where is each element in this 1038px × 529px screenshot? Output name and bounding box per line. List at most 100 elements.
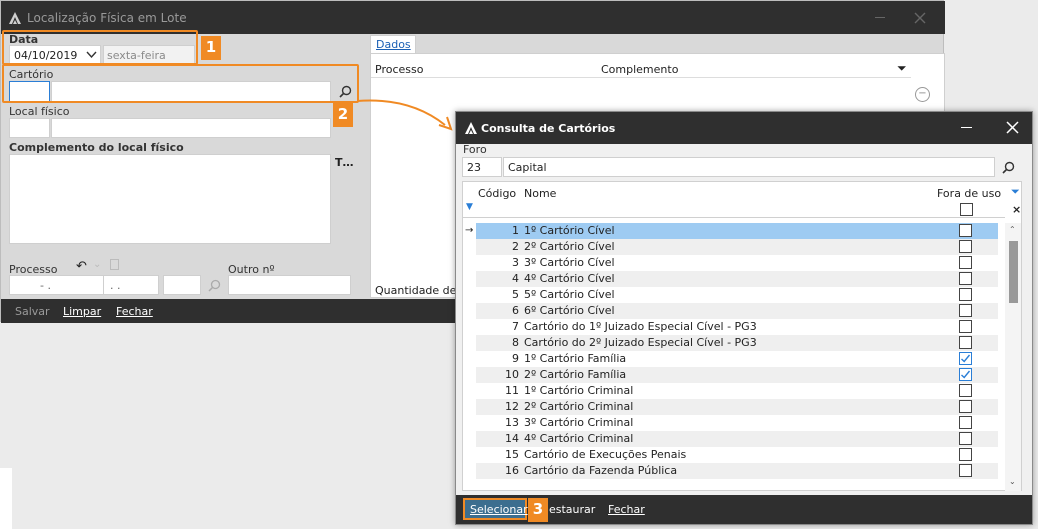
row-code: 12	[505, 400, 519, 413]
grid-header: Código Nome Fora de uso ▼	[463, 182, 1005, 218]
row-name: 3º Cartório Cível	[524, 256, 615, 269]
row-filter-icon[interactable]: ▼	[466, 202, 473, 212]
scroll-down-icon[interactable]: ⌄	[1009, 477, 1016, 486]
fora-de-uso-checkbox[interactable]	[959, 272, 972, 285]
fora-de-uso-checkbox[interactable]	[959, 336, 972, 349]
callout-3-badge: 3	[528, 498, 548, 522]
list-item[interactable]: 6 6º Cartório Cível	[476, 303, 998, 319]
dialog-fechar-button[interactable]: Fechar	[608, 503, 645, 516]
list-item[interactable]: 16 Cartório da Fazenda Pública	[476, 463, 998, 479]
row-code: 5	[512, 288, 519, 301]
outro-input[interactable]	[228, 275, 351, 295]
fechar-button[interactable]: Fechar	[116, 305, 153, 318]
limpar-button[interactable]: Limpar	[63, 305, 101, 318]
list-item[interactable]: 8 Cartório do 2º Juizado Especial Cível -…	[476, 335, 998, 351]
row-name: 1º Cartório Criminal	[524, 384, 634, 397]
list-item[interactable]: 9 1º Cartório Família	[476, 351, 998, 367]
selecionar-button[interactable]: Selecionar	[463, 498, 528, 520]
fora-de-uso-checkbox[interactable]	[959, 304, 972, 317]
copy-icon	[110, 259, 119, 270]
foro-search-icon[interactable]	[1002, 161, 1015, 174]
scroll-thumb[interactable]	[1009, 241, 1018, 303]
list-item[interactable]: 5 5º Cartório Cível	[476, 287, 998, 303]
salvar-button[interactable]: Salvar	[15, 305, 50, 318]
fora-de-uso-checkbox[interactable]	[959, 464, 972, 477]
list-item[interactable]: 14 4º Cartório Criminal	[476, 431, 998, 447]
complemento-textarea[interactable]	[9, 154, 331, 244]
fora-de-uso-checkbox[interactable]	[959, 416, 972, 429]
background-strip	[0, 468, 12, 529]
fora-de-uso-checkbox[interactable]	[959, 240, 972, 253]
row-name: 2º Cartório Criminal	[524, 400, 634, 413]
tab-dados-label: Dados	[376, 38, 411, 51]
grid-scrollbar[interactable]: ⌃ ⌄	[1005, 223, 1021, 491]
filter-fora-checkbox[interactable]	[960, 203, 973, 216]
fora-de-uso-checkbox[interactable]	[959, 432, 972, 445]
consulta-cartorios-dialog: Consulta de Cartórios Foro 23 Capital Có…	[455, 111, 1033, 525]
fora-de-uso-checkbox[interactable]	[959, 400, 972, 413]
app-logo-icon	[9, 12, 21, 24]
dialog-close-icon[interactable]	[1006, 121, 1019, 134]
row-name: 2º Cartório Cível	[524, 240, 615, 253]
list-item[interactable]: 7 Cartório do 1º Juizado Especial Cível -…	[476, 319, 998, 335]
processo-part2: . .	[110, 279, 121, 292]
foro-name: Capital	[508, 161, 547, 174]
list-item[interactable]: 2 2º Cartório Cível	[476, 239, 998, 255]
list-item[interactable]: 13 3º Cartório Criminal	[476, 415, 998, 431]
dialog-title-bar: Consulta de Cartórios	[456, 112, 1032, 144]
filter-clear-icon[interactable]: ⏷	[897, 61, 907, 76]
main-window-title: Localização Física em Lote	[27, 11, 187, 25]
callout-2-badge: 2	[333, 103, 353, 127]
text-format-icon[interactable]: T…	[335, 156, 354, 169]
local-fisico-code-input[interactable]	[9, 118, 50, 138]
restaurar-button[interactable]: estaurar	[549, 503, 595, 516]
list-item[interactable]: 11 1º Cartório Criminal	[476, 383, 998, 399]
clear-filter-icon[interactable]: ×	[1012, 203, 1021, 216]
row-code: 3	[512, 256, 519, 269]
fora-de-uso-checkbox[interactable]	[959, 448, 972, 461]
list-item[interactable]: 10 2º Cartório Família	[476, 367, 998, 383]
undo-icon[interactable]: ↶	[76, 259, 87, 274]
row-name: 1º Cartório Família	[524, 352, 627, 365]
selecionar-label: Selecionar	[470, 503, 528, 516]
col-processo: Processo	[375, 63, 424, 76]
grid-filter-icon[interactable]: ⏷	[1011, 185, 1020, 199]
scroll-up-icon[interactable]: ⌃	[1009, 225, 1016, 234]
list-item[interactable]: 3 3º Cartório Cível	[476, 255, 998, 271]
row-name: 4º Cartório Criminal	[524, 432, 634, 445]
row-code: 1	[512, 224, 519, 237]
list-item[interactable]: 15 Cartório de Execuções Penais	[476, 447, 998, 463]
fora-de-uso-checkbox[interactable]	[959, 368, 972, 381]
dialog-title: Consulta de Cartórios	[481, 122, 616, 135]
fora-de-uso-checkbox[interactable]	[959, 320, 972, 333]
col-codigo: Código	[478, 187, 517, 200]
row-code: 6	[512, 304, 519, 317]
foro-code: 23	[467, 161, 481, 174]
fora-de-uso-checkbox[interactable]	[959, 288, 972, 301]
fora-de-uso-checkbox[interactable]	[959, 352, 972, 365]
check-icon	[961, 354, 971, 363]
close-icon[interactable]	[914, 12, 926, 24]
local-fisico-name-field	[51, 118, 331, 138]
processo-input-2[interactable]: . .	[103, 275, 159, 295]
row-name: Cartório do 2º Juizado Especial Cível - …	[524, 336, 757, 349]
row-name: 2º Cartório Família	[524, 368, 627, 381]
processo-part1: - .	[40, 279, 51, 292]
list-item[interactable]: 1 1º Cartório Cível	[476, 223, 998, 239]
row-name: 3º Cartório Criminal	[524, 416, 634, 429]
minimize-icon[interactable]	[875, 17, 885, 18]
foro-name-field: Capital	[503, 157, 995, 177]
processo-input-3[interactable]	[163, 275, 201, 295]
fora-de-uso-checkbox[interactable]	[959, 384, 972, 397]
fora-de-uso-checkbox[interactable]	[959, 256, 972, 269]
list-item[interactable]: 4 4º Cartório Cível	[476, 271, 998, 287]
row-code: 10	[505, 368, 519, 381]
dialog-minimize-icon[interactable]	[961, 127, 972, 128]
foro-code-input[interactable]: 23	[462, 157, 502, 177]
processo-search-icon[interactable]	[208, 279, 221, 292]
fora-de-uso-checkbox[interactable]	[959, 224, 972, 237]
remove-icon[interactable]: −	[915, 87, 930, 102]
tab-dados[interactable]: Dados	[370, 35, 416, 54]
row-code: 11	[505, 384, 519, 397]
list-item[interactable]: 12 2º Cartório Criminal	[476, 399, 998, 415]
